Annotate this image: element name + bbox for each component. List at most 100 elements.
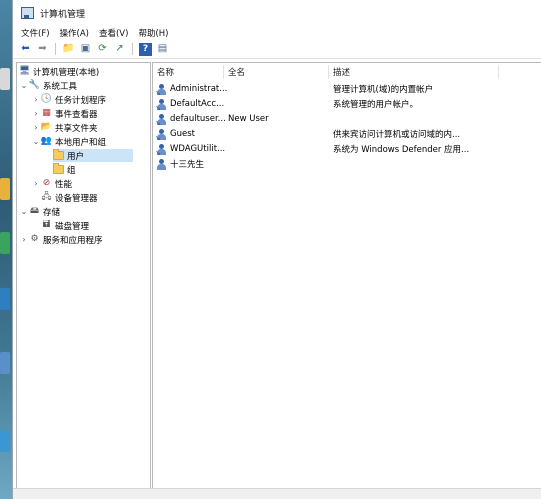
menu-view[interactable]: 查看(V) <box>99 27 128 39</box>
tree-item-storage[interactable]: ⌄ 🖴 存储 <box>19 205 60 218</box>
chevron-down-icon[interactable]: ⌄ <box>31 137 41 146</box>
user-description: 系统管理的用户帐户。 <box>333 100 419 110</box>
user-name: WDAGUtilit... <box>170 144 226 154</box>
list-item[interactable]: ↘ Administrat... 管理计算机(域)的内置帐户 <box>155 82 536 96</box>
name-cell: ↘ Administrat... <box>155 82 228 96</box>
tree-item-root[interactable]: 🖥 计算机管理(本地) <box>19 65 99 78</box>
user-name: defaultuser... <box>170 114 226 124</box>
name-cell: ↘ DefaultAcc... <box>155 97 225 111</box>
desktop-icon[interactable] <box>0 288 10 310</box>
user-description: 管理计算机(域)的内置帐户 <box>333 85 434 95</box>
chevron-right-icon[interactable]: › <box>31 109 41 118</box>
tree-label: 事件查看器 <box>55 109 98 120</box>
tools-icon: 🔧 <box>28 80 41 90</box>
device-manager-icon: 🖧 <box>41 192 52 202</box>
tree-item-disk-management[interactable]: 🖬 磁盘管理 <box>41 219 89 232</box>
desktop-background <box>0 0 12 499</box>
user-icon <box>156 158 167 170</box>
tree-item-groups[interactable]: 组 <box>53 163 76 176</box>
list-item[interactable]: 十三先生 <box>156 157 536 171</box>
back-arrow-icon[interactable]: ⬅ <box>19 43 32 56</box>
column-header-description[interactable]: 描述 <box>333 65 350 79</box>
menu-file[interactable]: 文件(F) <box>21 27 50 39</box>
user-name: DefaultAcc... <box>170 99 225 109</box>
tree-label: 计算机管理(本地) <box>33 67 100 78</box>
menu-action[interactable]: 操作(A) <box>60 27 89 39</box>
computer-management-icon <box>21 7 34 19</box>
user-description: 系统为 Windows Defender 应用... <box>333 145 470 155</box>
user-name: Administrat... <box>170 84 228 94</box>
properties-icon[interactable]: ▤ <box>156 43 169 56</box>
tree-item-event-viewer[interactable]: › ▦ 事件查看器 <box>31 107 98 120</box>
chevron-down-icon[interactable]: ⌄ <box>19 207 29 216</box>
menu-help[interactable]: 帮助(H) <box>138 27 168 39</box>
tree-item-services-apps[interactable]: › ⚙ 服务和应用程序 <box>19 233 103 246</box>
tree-item-users[interactable]: 用户 <box>53 149 133 162</box>
tree-item-device-manager[interactable]: 🖧 设备管理器 <box>41 191 98 204</box>
services-icon: ⚙ <box>30 234 39 244</box>
tree-label: 组 <box>67 165 76 176</box>
users-groups-icon: 👥 <box>40 136 53 146</box>
tree-item-local-users-groups[interactable]: ⌄ 👥 本地用户和组 <box>31 135 106 148</box>
title-bar[interactable]: 计算机管理 <box>13 0 541 26</box>
desktop-icon[interactable] <box>0 68 10 90</box>
disk-icon: 🖬 <box>42 220 51 230</box>
column-header-name[interactable]: 名称 <box>157 65 174 79</box>
user-icon: ↘ <box>155 83 167 96</box>
user-list-pane: 名称 全名 描述 ↘ Administrat... 管理计算机(域)的内置帐户 … <box>152 62 541 489</box>
name-cell: ↘ WDAGUtilit... <box>155 142 226 156</box>
tree-label: 用户 <box>67 151 85 162</box>
column-divider[interactable] <box>498 65 499 79</box>
computer-management-window: 计算机管理 文件(F) 操作(A) 查看(V) 帮助(H) ⬅ ➡ 📁 ▣ ⟳ … <box>12 0 541 499</box>
show-hide-tree-icon[interactable]: ▣ <box>79 43 92 56</box>
up-folder-icon[interactable]: 📁 <box>62 43 75 56</box>
help-icon[interactable]: ? <box>139 42 152 56</box>
user-icon: ↘ <box>155 143 167 156</box>
chevron-right-icon[interactable]: › <box>19 235 29 244</box>
folder-icon <box>53 163 64 175</box>
folder-icon <box>53 149 64 161</box>
status-bar <box>13 488 541 499</box>
chevron-right-icon[interactable]: › <box>31 95 41 104</box>
user-icon: ↘ <box>155 128 167 141</box>
toolbar: ⬅ ➡ 📁 ▣ ⟳ ↗ ? ▤ <box>13 40 541 59</box>
export-list-icon[interactable]: ↗ <box>113 43 126 56</box>
tree-item-task-scheduler[interactable]: › 🕓 任务计划程序 <box>31 93 106 106</box>
tree-item-performance[interactable]: › ⊘ 性能 <box>31 177 72 190</box>
column-header-fullname[interactable]: 全名 <box>228 65 245 79</box>
name-cell: ↘ defaultuser... <box>155 112 226 126</box>
chevron-down-icon[interactable]: ⌄ <box>19 81 29 90</box>
tree-label: 性能 <box>55 179 73 190</box>
tree-label: 服务和应用程序 <box>43 235 103 246</box>
list-item[interactable]: ↘ WDAGUtilit... 系统为 Windows Defender 应用.… <box>155 142 536 156</box>
window-title: 计算机管理 <box>40 9 86 20</box>
event-viewer-icon: ▦ <box>42 108 51 118</box>
refresh-icon[interactable]: ⟳ <box>96 43 109 56</box>
name-cell: ↘ Guest <box>155 127 195 141</box>
computer-management-icon: 🖥 <box>18 66 31 76</box>
tree-item-system-tools[interactable]: ⌄ 🔧 系统工具 <box>19 79 77 92</box>
list-item[interactable]: ↘ DefaultAcc... 系统管理的用户帐户。 <box>155 97 536 111</box>
tree-label: 设备管理器 <box>55 193 98 204</box>
column-divider[interactable] <box>223 65 224 79</box>
tree-label: 存储 <box>43 207 61 218</box>
performance-icon: ⊘ <box>42 178 51 188</box>
menu-bar: 文件(F) 操作(A) 查看(V) 帮助(H) <box>13 26 541 40</box>
column-divider[interactable] <box>328 65 329 79</box>
list-item[interactable]: ↘ defaultuser... New User <box>155 112 536 126</box>
list-item[interactable]: ↘ Guest 供来宾访问计算机或访问域的内... <box>155 127 536 141</box>
tree-label: 本地用户和组 <box>55 137 107 148</box>
desktop-icon[interactable] <box>0 430 10 452</box>
chevron-right-icon[interactable]: › <box>31 123 41 132</box>
tree-label: 任务计划程序 <box>55 95 107 106</box>
desktop-icon[interactable] <box>0 232 10 254</box>
shared-folder-icon: 📂 <box>40 122 53 132</box>
forward-arrow-icon[interactable]: ➡ <box>36 43 49 56</box>
user-icon: ↘ <box>155 113 167 126</box>
desktop-icon[interactable] <box>0 178 10 200</box>
tree-item-shared-folders[interactable]: › 📂 共享文件夹 <box>31 121 97 134</box>
toolbar-separator <box>132 43 133 55</box>
chevron-right-icon[interactable]: › <box>31 179 41 188</box>
user-name: Guest <box>170 129 195 139</box>
desktop-icon[interactable] <box>0 352 10 374</box>
